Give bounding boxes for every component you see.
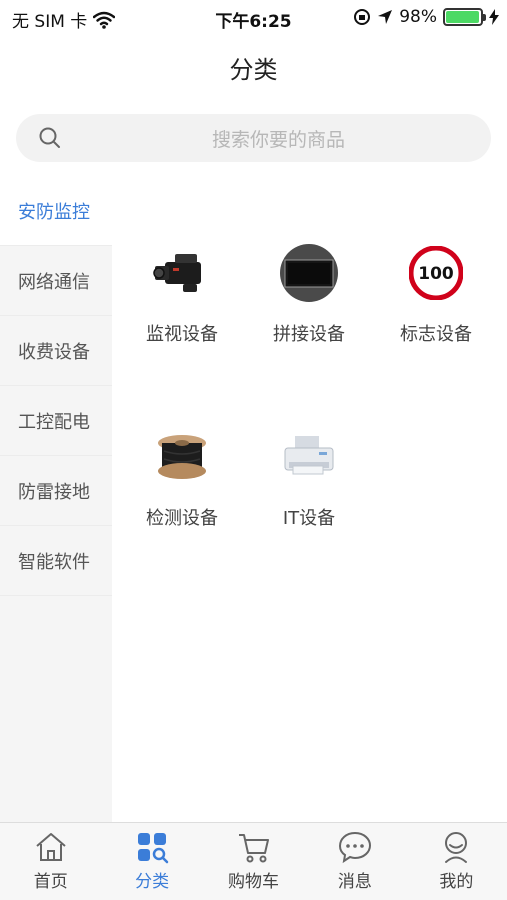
tab-label: 首页 — [33, 872, 68, 892]
sidebar-item-lightning[interactable]: 防雷接地 — [0, 456, 112, 526]
category-label: IT设备 — [282, 508, 336, 529]
tab-label: 购物车 — [228, 872, 280, 892]
category-item[interactable]: 检测设备 — [116, 426, 248, 530]
cart-icon — [238, 834, 269, 863]
sidebar-item-label: 工控配电 — [18, 411, 90, 433]
home-icon — [36, 833, 66, 861]
sidebar-item-label: 网络通信 — [18, 271, 90, 293]
category-grid: 监视设备 拼接设备 100 标志设备 检测设备 IT设备 — [112, 176, 507, 822]
tab-messages[interactable]: 消息 — [304, 823, 405, 900]
tab-category[interactable]: 分类 — [101, 823, 202, 900]
message-icon — [338, 831, 371, 864]
search-bar[interactable]: 搜索你要的商品 — [16, 114, 491, 162]
category-item[interactable]: 监视设备 — [116, 242, 248, 346]
tab-bar: 首页 分类 购物车 消息 我的 — [0, 822, 507, 900]
tab-cart[interactable]: 购物车 — [203, 823, 304, 900]
search-placeholder: 搜索你要的商品 — [211, 128, 345, 151]
charging-icon — [489, 9, 499, 25]
category-label: 监视设备 — [146, 324, 218, 345]
printer-icon — [278, 426, 340, 488]
tab-label: 我的 — [439, 872, 474, 892]
sidebar-item-label: 收费设备 — [18, 341, 90, 363]
status-bar: 无 SIM 卡 下午6:25 98% — [0, 0, 507, 36]
category-label: 标志设备 — [400, 324, 472, 345]
sidebar-item-label: 安防监控 — [18, 201, 90, 223]
battery-fill — [446, 11, 480, 23]
category-label: 检测设备 — [146, 508, 218, 529]
speed-limit-sign-icon: 100 — [405, 242, 467, 304]
orientation-lock-icon — [354, 9, 371, 25]
tab-label: 分类 — [135, 872, 170, 892]
tab-profile[interactable]: 我的 — [406, 823, 507, 900]
battery-percent: 98% — [399, 7, 437, 27]
category-item[interactable]: 拼接设备 — [243, 242, 375, 346]
tab-label: 消息 — [337, 872, 372, 892]
category-item[interactable]: IT设备 — [243, 426, 375, 530]
tab-home[interactable]: 首页 — [0, 823, 101, 900]
category-sidebar: 安防监控 网络通信 收费设备 工控配电 防雷接地 智能软件 — [0, 176, 112, 822]
sidebar-item-software[interactable]: 智能软件 — [0, 526, 112, 596]
sidebar-item-security[interactable]: 安防监控 — [0, 176, 112, 246]
sign-text: 100 — [418, 264, 454, 284]
search-icon — [39, 127, 60, 148]
sidebar-item-label: 智能软件 — [18, 551, 90, 573]
video-camera-icon — [151, 242, 213, 304]
sidebar-item-label: 防雷接地 — [18, 481, 90, 503]
category-label: 拼接设备 — [273, 324, 345, 345]
battery-icon — [443, 8, 486, 26]
profile-icon — [445, 832, 468, 863]
sidebar-item-network[interactable]: 网络通信 — [0, 246, 112, 316]
status-right: 98% — [353, 7, 499, 27]
page-title: 分类 — [229, 56, 278, 84]
location-icon — [378, 10, 393, 24]
sidebar-item-power[interactable]: 工控配电 — [0, 386, 112, 456]
category-item[interactable]: 100 标志设备 — [370, 242, 502, 346]
category-icon — [138, 833, 169, 864]
monitor-icon — [278, 242, 340, 304]
cable-reel-icon — [151, 426, 213, 488]
sidebar-item-toll[interactable]: 收费设备 — [0, 316, 112, 386]
